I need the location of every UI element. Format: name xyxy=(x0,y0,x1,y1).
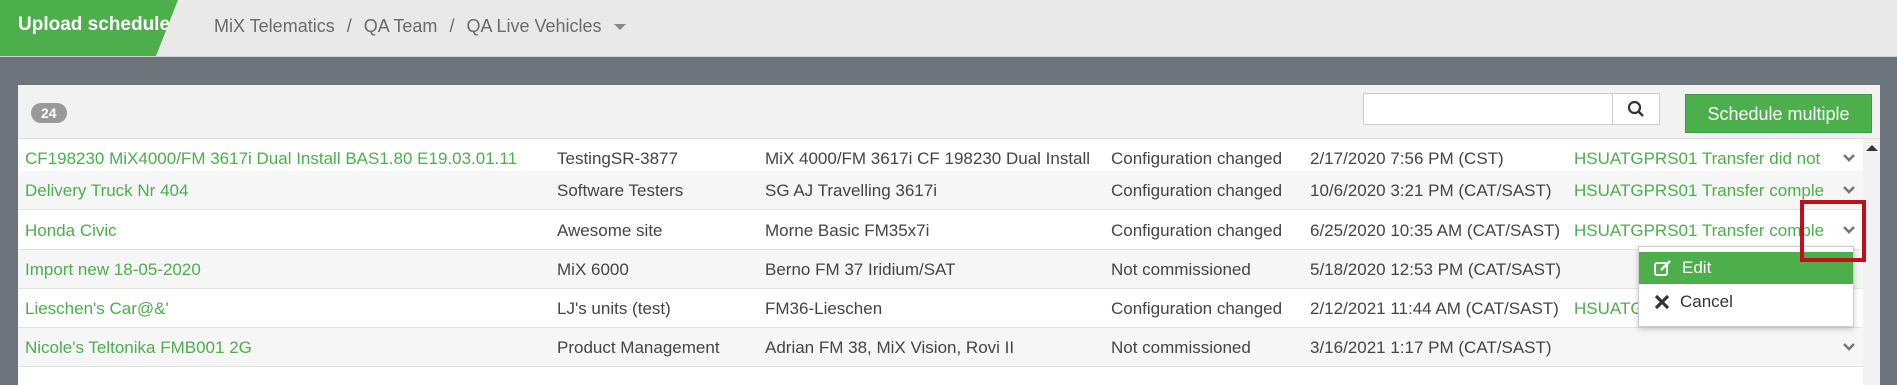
config-cell: Berno FM 37 Iridium/SAT xyxy=(765,260,956,279)
config-cell: Morne Basic FM35x7i xyxy=(765,221,930,240)
breadcrumb-item-team[interactable]: QA Team xyxy=(364,16,438,37)
schedule-multiple-button[interactable]: Schedule multiple xyxy=(1685,94,1872,133)
date-cell: 3/16/2021 1:17 PM (CAT/SAST) xyxy=(1310,338,1552,357)
breadcrumb-separator: / xyxy=(449,16,455,36)
table-row[interactable]: Delivery Truck Nr 404 Software Testers S… xyxy=(18,171,1863,210)
row-actions-button[interactable] xyxy=(1836,328,1862,366)
close-icon xyxy=(1654,294,1670,310)
chevron-down-icon xyxy=(1843,154,1855,162)
breadcrumb: MiX Telematics / QA Team / QA Live Vehic… xyxy=(214,16,626,37)
site-cell: Awesome site xyxy=(557,221,663,240)
chevron-down-icon xyxy=(1843,343,1855,351)
toolbar: 24 Schedule multiple xyxy=(18,85,1880,139)
config-cell: SG AJ Travelling 3617i xyxy=(765,181,937,200)
status-cell: Configuration changed xyxy=(1111,221,1283,240)
site-cell: Software Testers xyxy=(557,181,684,200)
scroll-up-arrow-icon[interactable] xyxy=(1866,145,1878,151)
search-icon xyxy=(1627,100,1644,117)
main-panel: 24 Schedule multiple CF198230 MiX4000/FM… xyxy=(18,85,1880,385)
date-cell: 10/6/2020 3:21 PM (CAT/SAST) xyxy=(1310,181,1552,200)
date-cell: 2/12/2021 11:44 AM (CAT/SAST) xyxy=(1310,299,1559,318)
status-cell: Not commissioned xyxy=(1111,338,1251,357)
table-row[interactable]: Import new 18-05-2020 MiX 6000 Berno FM … xyxy=(18,250,1863,289)
breadcrumb-separator: / xyxy=(346,16,352,36)
scrollbar[interactable] xyxy=(1863,139,1880,385)
transfer-status-link[interactable]: HSUATGPRS01 Transfer comple xyxy=(1574,211,1834,250)
search-input[interactable] xyxy=(1363,93,1613,125)
status-cell: Configuration changed xyxy=(1111,299,1283,318)
site-cell: Product Management xyxy=(557,338,720,357)
status-cell: Not commissioned xyxy=(1111,260,1251,279)
breadcrumb-item-group[interactable]: QA Live Vehicles xyxy=(466,16,601,37)
vehicle-name-link[interactable]: Nicole's Teltonika FMB001 2G xyxy=(25,328,555,367)
chevron-down-icon[interactable] xyxy=(613,23,626,30)
vehicle-name-link[interactable]: Import new 18-05-2020 xyxy=(25,250,555,289)
vehicle-name-link[interactable]: Honda Civic xyxy=(25,211,555,250)
table-row[interactable]: Honda Civic Awesome site Morne Basic FM3… xyxy=(18,211,1863,250)
site-cell: LJ's units (test) xyxy=(557,299,671,318)
cancel-menu-item[interactable]: Cancel xyxy=(1639,286,1853,318)
date-cell: 6/25/2020 10:35 AM (CAT/SAST) xyxy=(1310,221,1561,240)
edit-icon xyxy=(1654,260,1671,276)
count-badge: 24 xyxy=(31,103,67,123)
cancel-label: Cancel xyxy=(1680,292,1733,311)
edit-label: Edit xyxy=(1682,258,1712,277)
site-cell: MiX 6000 xyxy=(557,260,629,279)
table-row[interactable]: Lieschen's Car@&' LJ's units (test) FM36… xyxy=(18,289,1863,328)
breadcrumb-item-org[interactable]: MiX Telematics xyxy=(214,16,335,37)
table-row[interactable]: Nicole's Teltonika FMB001 2G Product Man… xyxy=(18,328,1863,367)
transfer-status-link[interactable]: HSUATGPRS01 Transfer comple xyxy=(1574,171,1834,210)
vehicle-name-link[interactable]: Lieschen's Car@&' xyxy=(25,289,555,328)
search-button[interactable] xyxy=(1612,93,1660,125)
app-title[interactable]: Upload scheduler xyxy=(0,0,178,56)
date-cell: 5/18/2020 12:53 PM (CAT/SAST) xyxy=(1310,260,1562,279)
config-cell: FM36-Lieschen xyxy=(765,299,883,318)
vehicle-name-link[interactable]: Delivery Truck Nr 404 xyxy=(25,171,555,210)
highlight-box xyxy=(1800,200,1866,262)
config-cell: Adrian FM 38, MiX Vision, Rovi II xyxy=(765,338,1015,357)
chevron-down-icon xyxy=(1843,186,1855,194)
top-bar: Upload scheduler MiX Telematics / QA Tea… xyxy=(0,0,1897,57)
status-cell: Configuration changed xyxy=(1111,181,1283,200)
